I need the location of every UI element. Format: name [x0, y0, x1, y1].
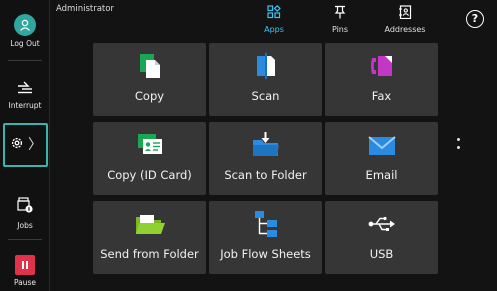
app-label: USB	[369, 247, 394, 261]
logout-icon	[14, 14, 36, 36]
usb-icon	[325, 210, 438, 238]
pause-label: Pause	[13, 278, 37, 287]
page-dot	[457, 138, 460, 141]
app-tile-scan[interactable]: Scan	[209, 43, 322, 116]
jobs-label: Jobs	[17, 221, 33, 230]
pause-icon	[15, 255, 35, 275]
app-label: Copy (ID Card)	[107, 168, 192, 182]
logout-button[interactable]: Log Out	[0, 14, 50, 48]
apps-icon	[267, 4, 281, 23]
app-tile-job-flow-sheets[interactable]: Job Flow Sheets	[209, 201, 322, 274]
app-tile-fax[interactable]: Fax	[325, 43, 438, 116]
sidebar-divider	[8, 60, 42, 61]
id-card-icon	[93, 131, 206, 159]
sidebar-divider	[8, 239, 42, 240]
logout-label: Log Out	[10, 39, 40, 48]
app-grid: Copy Scan Fax Copy (ID Card) Scan to Fol…	[93, 43, 438, 274]
email-icon	[325, 131, 438, 159]
interrupt-label: Interrupt	[8, 101, 42, 110]
app-tile-scan-to-folder[interactable]: Scan to Folder	[209, 122, 322, 195]
scan-to-folder-icon	[209, 131, 322, 159]
send-from-folder-icon	[93, 210, 206, 238]
tab-apps-label: Apps	[264, 25, 284, 34]
jobs-button[interactable]: Jobs	[0, 196, 50, 230]
gear-icon	[9, 135, 25, 155]
tab-addresses-label: Addresses	[384, 25, 426, 34]
tab-pins-label: Pins	[331, 25, 349, 34]
interrupt-button[interactable]: Interrupt	[0, 79, 50, 110]
sidebar: Log Out Interrupt 〉 Jobs Pause	[0, 0, 50, 291]
settings-button[interactable]: 〉	[3, 123, 48, 167]
app-label: Copy	[134, 89, 165, 103]
tab-pins[interactable]: Pins	[310, 4, 370, 34]
app-tile-copy-id-card[interactable]: Copy (ID Card)	[93, 122, 206, 195]
app-label: Email	[365, 168, 398, 182]
app-label: Scan to Folder	[224, 168, 307, 182]
app-label: Send from Folder	[100, 247, 199, 261]
pin-icon	[333, 4, 347, 23]
interrupt-icon	[16, 79, 34, 98]
app-tile-email[interactable]: Email	[325, 122, 438, 195]
copy-icon	[93, 52, 206, 80]
tab-apps[interactable]: Apps	[244, 4, 304, 34]
app-label: Job Flow Sheets	[220, 247, 311, 261]
chevron-right-icon: 〉	[28, 137, 42, 153]
user-name: Administrator	[56, 4, 114, 14]
app-tile-send-from-folder[interactable]: Send from Folder	[93, 201, 206, 274]
pause-button[interactable]: Pause	[0, 255, 50, 287]
jobs-icon	[16, 197, 34, 218]
app-tile-copy[interactable]: Copy	[93, 43, 206, 116]
app-label: Scan	[251, 89, 280, 103]
address-book-icon	[398, 4, 412, 23]
page-indicator[interactable]	[457, 138, 461, 154]
help-button[interactable]: ?	[466, 10, 484, 28]
job-flow-icon	[209, 210, 322, 238]
app-tile-usb[interactable]: USB	[325, 201, 438, 274]
scan-icon	[209, 52, 322, 80]
tab-addresses[interactable]: Addresses	[375, 4, 435, 34]
fax-icon	[325, 52, 438, 80]
page-dot	[457, 146, 460, 149]
app-label: Fax	[371, 89, 392, 103]
